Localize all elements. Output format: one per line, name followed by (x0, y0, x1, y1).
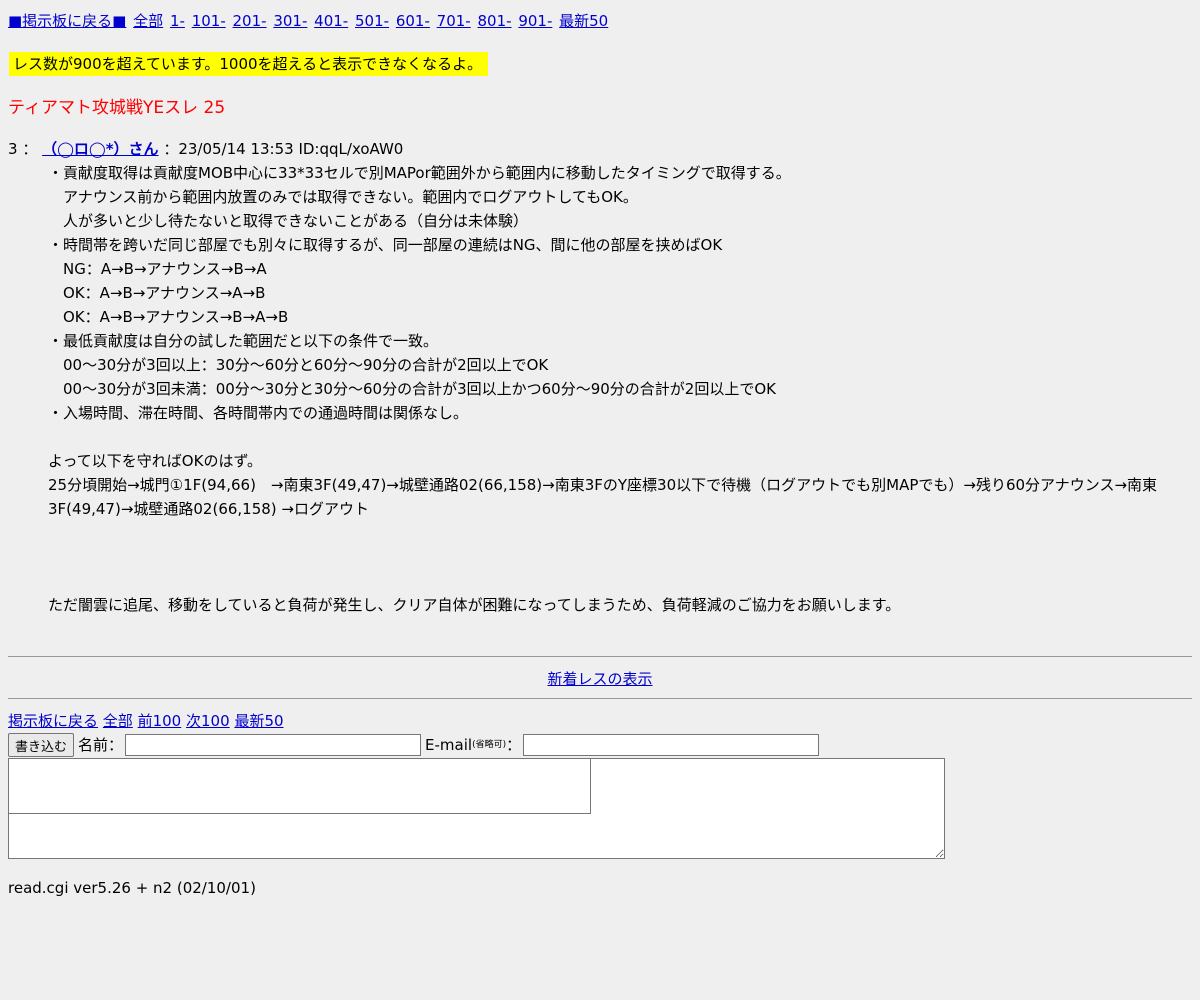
email-optional-note: (省略可) (472, 740, 507, 750)
post-line: ・入場時間、滞在時間、各時間帯内での通過時間は関係なし。 (48, 404, 469, 422)
divider-bottom (8, 698, 1192, 699)
range-link-801[interactable]: 801- (477, 12, 511, 30)
post-line: ・最低貢献度は自分の試した範囲だと以下の条件で一致。 (48, 332, 439, 350)
post-line: OK：A→B→アナウンス→B→A→B (48, 308, 289, 326)
range-link-201[interactable]: 201- (233, 12, 267, 30)
thread-title: ティアマト攻城戦YEスレ 25 (8, 98, 226, 118)
range-link-501[interactable]: 501- (355, 12, 389, 30)
post-line: 25分頃開始→城門①1F(94,66) →南東3F(49,47)→城壁通路02(… (48, 476, 1158, 518)
email-field[interactable] (523, 734, 820, 756)
divider-top (8, 656, 1192, 657)
post-line: よって以下を守ればOKのはず。 (48, 452, 262, 470)
post-line: 00〜30分が3回以上：30分〜60分と60分〜90分の合計が2回以上でOK (48, 356, 549, 374)
range-link-1[interactable]: 1- (170, 12, 185, 30)
range-link-401[interactable]: 401- (314, 12, 348, 30)
poster-name-link[interactable]: （◯ロ◯*）さん (42, 140, 158, 158)
post-line: ただ闇雲に追尾、移動をしていると負荷が発生し、クリア自体が困難になってしまうため… (48, 596, 901, 614)
post-line (48, 545, 1193, 569)
bottom-back-to-board-link[interactable]: 掲示板に戻る (8, 712, 98, 730)
bottom-latest-50-link[interactable]: 最新50 (234, 712, 283, 730)
bottom-all-link[interactable]: 全部 (103, 712, 133, 730)
reply-form: 書き込む 名前： E-mail (省略可) ： (8, 733, 820, 757)
post-number: 3 (8, 140, 18, 158)
name-label: 名前： (78, 736, 124, 754)
post-line: ・貢献度取得は貢献度MOB中心に33*33セルで別MAPor範囲外から範囲内に移… (48, 164, 791, 182)
post-line (48, 569, 1193, 593)
message-textarea[interactable] (8, 758, 945, 859)
bottom-navigation: 掲示板に戻る 全部 前100 次100 最新50 (8, 709, 284, 733)
name-field[interactable] (125, 734, 422, 756)
footer-version: read.cgi ver5.26 + n2 (02/10/01) (8, 879, 256, 897)
post-line: ・時間帯を跨いだ同じ部屋でも別々に取得するが、同一部屋の連続はNG、間に他の部屋… (48, 236, 723, 254)
post-line: OK：A→B→アナウンス→A→B (48, 284, 266, 302)
range-link-601[interactable]: 601- (396, 12, 430, 30)
email-label: E-mail (425, 736, 473, 754)
range-link-901[interactable]: 901- (518, 12, 552, 30)
post-body: ・貢献度取得は貢献度MOB中心に33*33セルで別MAPor範囲外から範囲内に移… (48, 161, 1193, 617)
post-line: 人が多いと少し待たないと取得できないことがある（自分は未体験） (48, 212, 529, 230)
new-responses-container: 新着レスの表示 (0, 667, 1200, 691)
range-link-301[interactable]: 301- (273, 12, 307, 30)
show-new-responses-link[interactable]: 新着レスの表示 (547, 670, 652, 688)
next-100-link[interactable]: 次100 (186, 712, 230, 730)
post-line (48, 521, 1193, 545)
post-line: 00〜30分が3回未満：00分〜30分と30分〜60分の合計が3回以上かつ60分… (48, 380, 776, 398)
top-navigation: ■掲示板に戻る■ 全部 1- 101- 201- 301- 401- 501- … (8, 9, 610, 33)
post-count-warning: レス数が900を超えています。1000を超えると表示できなくなるよ。 (9, 52, 489, 76)
post-line (48, 425, 1193, 449)
range-link-701[interactable]: 701- (437, 12, 471, 30)
post-header: 3 ： （◯ロ◯*）さん ：23/05/14 13:53 ID:qqL/xoAW… (8, 137, 403, 161)
latest-50-link[interactable]: 最新50 (559, 12, 608, 30)
post-separator: ： (22, 140, 38, 158)
reply-form-row: 書き込む 名前： E-mail (省略可) ： (8, 733, 820, 757)
post-line: NG：A→B→アナウンス→B→A (48, 260, 267, 278)
back-to-board-link[interactable]: ■掲示板に戻る■ (8, 12, 126, 30)
prev-100-link[interactable]: 前100 (138, 712, 182, 730)
post-line: アナウンス前から範囲内放置のみでは取得できない。範囲内でログアウトしてもOK。 (48, 188, 638, 206)
email-colon: ： (506, 736, 522, 754)
submit-button[interactable]: 書き込む (8, 733, 75, 757)
range-link-101[interactable]: 101- (192, 12, 226, 30)
all-posts-link[interactable]: 全部 (133, 12, 163, 30)
post-meta: ：23/05/14 13:53 ID:qqL/xoAW0 (163, 140, 404, 158)
